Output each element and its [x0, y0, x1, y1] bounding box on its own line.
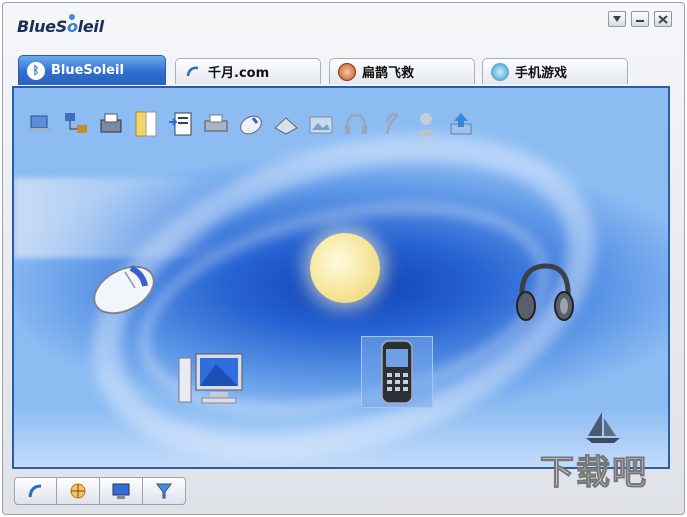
service-button[interactable] [14, 477, 57, 505]
tab-label: 千月.com [208, 66, 270, 81]
device-panel [12, 86, 670, 469]
service-icon [28, 484, 41, 498]
dropdown-menu-button[interactable] [608, 11, 626, 27]
sync-icon[interactable] [166, 108, 196, 140]
tab-label: 手机游戏 [515, 66, 568, 81]
image-transfer-icon[interactable] [306, 108, 336, 140]
app-logo: BlueSoleil [17, 17, 104, 36]
headset-icon[interactable] [341, 108, 371, 140]
phone-device-selected[interactable] [361, 336, 433, 408]
tab-bianque[interactable]: 扁鹊飞救 [329, 58, 475, 84]
headphones-device-icon[interactable] [512, 260, 576, 332]
window-controls [608, 11, 672, 27]
bottom-toolbar [14, 477, 186, 505]
minimize-icon [636, 20, 644, 22]
file-transfer-icon[interactable] [131, 108, 161, 140]
bluetooth-icon: ᛒ [27, 61, 45, 80]
upload-icon[interactable] [446, 108, 476, 140]
triangle-down-icon [613, 16, 621, 22]
filter-icon [156, 483, 172, 499]
scanner-icon[interactable] [271, 108, 301, 140]
arc-icon [184, 63, 202, 81]
tab-label: BlueSoleil [51, 63, 124, 78]
watermark-text: 下载吧 [540, 453, 648, 494]
connect-button[interactable] [57, 477, 100, 505]
fax-icon[interactable] [96, 108, 126, 140]
close-icon [658, 15, 668, 24]
phone-device-icon [381, 340, 413, 404]
hid-mouse-icon[interactable] [236, 108, 266, 140]
display-button[interactable] [100, 477, 143, 505]
user-icon[interactable] [411, 108, 441, 140]
filter-button[interactable] [143, 477, 186, 505]
minimize-button[interactable] [631, 11, 649, 27]
mouse-device-icon[interactable] [89, 258, 159, 322]
moon-decoration [310, 233, 380, 303]
tab-mobile-games[interactable]: 手机游戏 [482, 58, 628, 84]
tab-bluesoleil[interactable]: ᛒ BlueSoleil [18, 55, 166, 85]
globe-icon [491, 62, 509, 81]
network-access-icon[interactable] [26, 108, 56, 140]
earpiece-icon[interactable] [376, 108, 406, 140]
printer-icon[interactable] [201, 108, 231, 140]
close-button[interactable] [654, 11, 672, 27]
medical-icon [338, 62, 356, 81]
computer-device-icon[interactable] [176, 352, 246, 414]
service-toolbar [26, 108, 476, 140]
connect-icon [70, 483, 86, 499]
tab-label: 扁鹊飞救 [362, 66, 415, 81]
tab-qianyue[interactable]: 千月.com [175, 58, 321, 84]
lan-access-icon[interactable] [61, 108, 91, 140]
display-icon [112, 483, 130, 499]
